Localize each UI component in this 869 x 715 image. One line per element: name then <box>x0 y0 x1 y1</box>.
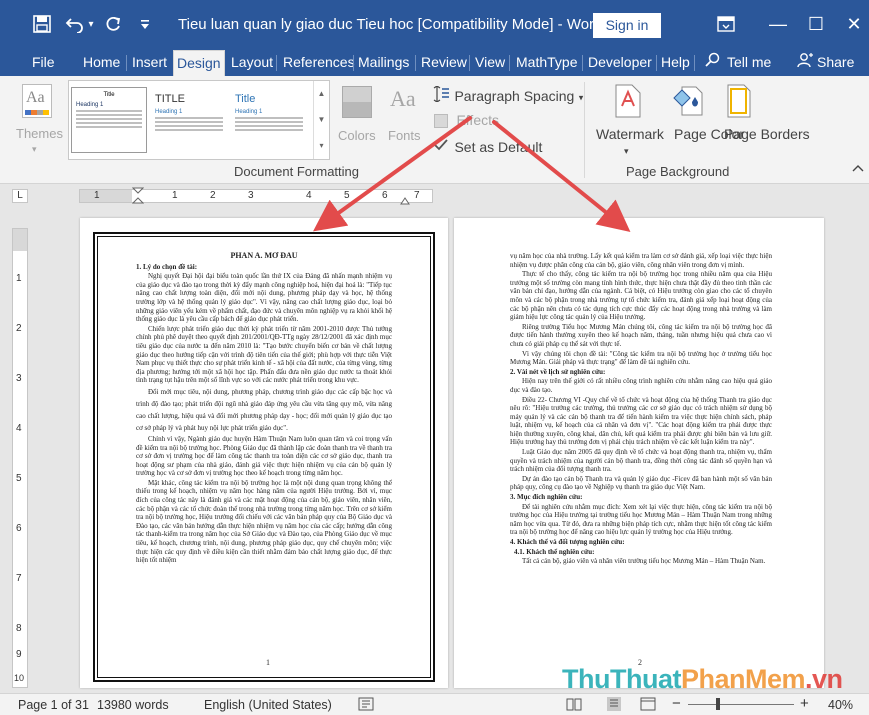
zoom-in-button[interactable]: + <box>800 695 809 712</box>
watermark-part: PhanMem <box>680 664 806 694</box>
web-layout-icon[interactable] <box>640 697 656 714</box>
zoom-slider[interactable] <box>688 698 794 710</box>
zoom-out-button[interactable]: − <box>672 695 681 712</box>
annotation-arrows <box>313 116 631 233</box>
page-count[interactable]: Page 1 of 31 <box>18 698 89 712</box>
watermark-part: .vn <box>805 664 843 694</box>
site-watermark-logo: ThuThuatPhanMem.vn <box>562 664 843 695</box>
print-layout-icon[interactable] <box>606 697 622 714</box>
status-bar: Page 1 of 31 13980 words English (United… <box>0 693 869 715</box>
zoom-level[interactable]: 40% <box>828 698 853 712</box>
word-count[interactable]: 13980 words <box>97 698 169 712</box>
arrow-to-page-2 <box>492 120 631 233</box>
track-changes-icon[interactable] <box>358 697 374 714</box>
language-indicator[interactable]: English (United States) <box>204 698 332 712</box>
watermark-part: ThuThuat <box>562 664 681 694</box>
zoom-slider-thumb[interactable] <box>716 698 720 710</box>
read-mode-icon[interactable] <box>566 697 582 714</box>
word-window: ▾ Tieu luan quan ly giao duc Tieu hoc [C… <box>0 0 869 715</box>
arrow-to-page-1 <box>313 116 472 232</box>
